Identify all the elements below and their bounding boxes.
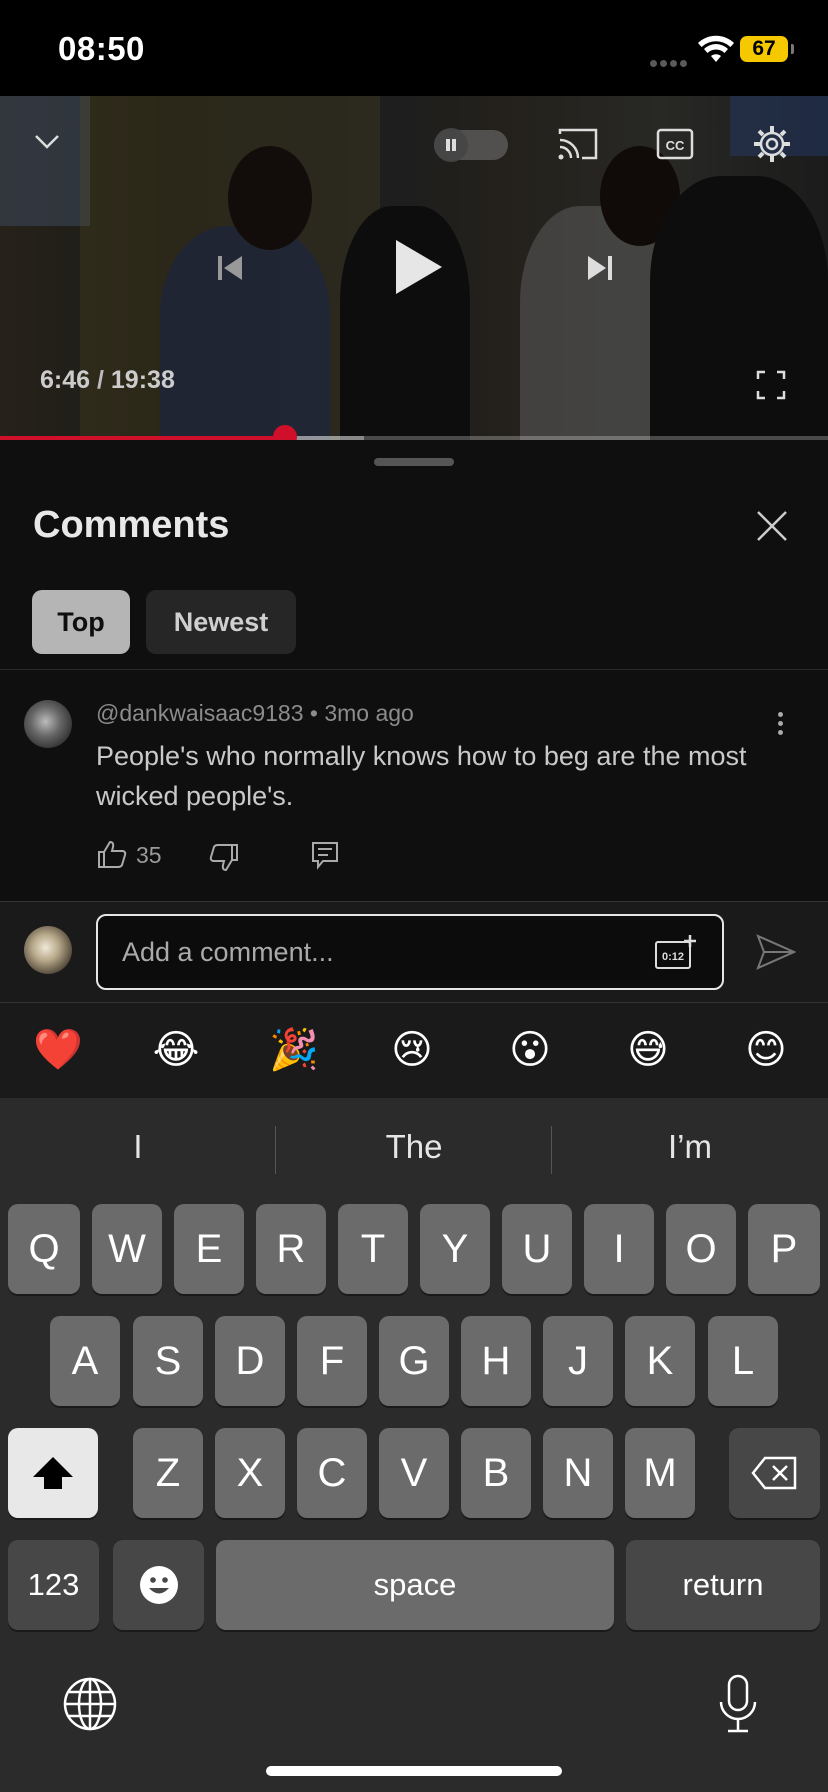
key-w[interactable]: W	[92, 1204, 162, 1294]
emoji-sweat-smile[interactable]: 😅	[623, 1025, 673, 1075]
backspace-icon	[750, 1456, 796, 1490]
emoji-surprised[interactable]: 😮	[505, 1025, 555, 1075]
key-k[interactable]: K	[625, 1316, 695, 1406]
space-key[interactable]: space	[216, 1540, 614, 1630]
divider	[0, 669, 828, 670]
key-g[interactable]: G	[379, 1316, 449, 1406]
key-u[interactable]: U	[502, 1204, 572, 1294]
comment-age: 3mo ago	[324, 700, 414, 726]
user-avatar	[24, 926, 72, 974]
comment-meta: @dankwaisaac9183 • 3mo ago	[96, 700, 414, 726]
wifi-icon	[698, 35, 734, 62]
close-icon[interactable]	[754, 508, 790, 544]
play-icon[interactable]	[390, 236, 446, 298]
pause-icon	[434, 128, 468, 162]
commenter-avatar[interactable]	[24, 700, 72, 748]
key-x[interactable]: X	[215, 1428, 285, 1518]
time-separator: /	[97, 366, 104, 394]
suggestion-3[interactable]: I’m	[552, 1128, 828, 1166]
key-p[interactable]: P	[748, 1204, 820, 1294]
previous-video-icon[interactable]	[210, 248, 250, 288]
timestamp-badge: 0:12	[662, 951, 684, 963]
drag-handle[interactable]	[374, 458, 454, 466]
send-icon[interactable]	[756, 934, 796, 970]
key-y[interactable]: Y	[420, 1204, 490, 1294]
predictive-suggestions: I The I’m	[0, 1098, 828, 1202]
key-o[interactable]: O	[666, 1204, 736, 1294]
key-j[interactable]: J	[543, 1316, 613, 1406]
autoplay-toggle[interactable]	[434, 128, 508, 162]
key-f[interactable]: F	[297, 1316, 367, 1406]
key-z[interactable]: Z	[133, 1428, 203, 1518]
delete-key[interactable]	[729, 1428, 820, 1518]
like-count: 35	[136, 842, 162, 868]
return-key[interactable]: return	[626, 1540, 820, 1630]
emoji-reaction-bar: ❤️ 😂 🎉 😢 😮 😅 😊	[0, 1003, 828, 1098]
key-q[interactable]: Q	[8, 1204, 80, 1294]
key-b[interactable]: B	[461, 1428, 531, 1518]
globe-icon[interactable]	[62, 1676, 118, 1732]
key-s[interactable]: S	[133, 1316, 203, 1406]
home-indicator[interactable]	[266, 1766, 562, 1776]
cellular-signal-icon	[650, 54, 690, 72]
fullscreen-icon[interactable]	[756, 370, 786, 400]
emoji-party-popper[interactable]: 🎉	[269, 1025, 319, 1075]
key-i[interactable]: I	[584, 1204, 654, 1294]
key-a[interactable]: A	[50, 1316, 120, 1406]
suggestion-2[interactable]: The	[276, 1128, 552, 1166]
comments-title: Comments	[33, 504, 230, 546]
key-v[interactable]: V	[379, 1428, 449, 1518]
comment-author[interactable]: @dankwaisaac9183	[96, 700, 303, 726]
comment-input-box[interactable]: 0:12	[96, 914, 724, 990]
tab-newest[interactable]: Newest	[146, 590, 296, 654]
minimize-chevron-icon[interactable]	[30, 124, 64, 158]
more-options-icon[interactable]	[770, 708, 790, 738]
comment-input[interactable]	[122, 932, 622, 972]
emoji-face-icon	[139, 1566, 178, 1604]
key-d[interactable]: D	[215, 1316, 285, 1406]
add-timestamp-icon[interactable]: 0:12	[654, 934, 696, 970]
key-e[interactable]: E	[174, 1204, 244, 1294]
video-timecode: 6:46 / 19:38	[40, 366, 175, 395]
microphone-icon[interactable]	[718, 1674, 758, 1734]
numbers-key[interactable]: 123	[8, 1540, 99, 1630]
emoji-smile[interactable]: 😊	[741, 1025, 791, 1075]
comment-text: People's who normally knows how to beg a…	[96, 741, 747, 811]
suggestion-1[interactable]: I	[0, 1128, 276, 1166]
tab-top[interactable]: Top	[32, 590, 130, 654]
key-r[interactable]: R	[256, 1204, 326, 1294]
status-bar: 08:50 67	[0, 0, 828, 96]
status-time: 08:50	[58, 30, 145, 67]
reply-icon[interactable]	[310, 840, 340, 870]
shift-arrow-icon	[33, 1457, 73, 1489]
next-video-icon[interactable]	[580, 248, 620, 288]
key-h[interactable]: H	[461, 1316, 531, 1406]
settings-gear-icon[interactable]	[752, 124, 792, 164]
key-t[interactable]: T	[338, 1204, 408, 1294]
emoji-heart[interactable]: ❤️	[33, 1025, 83, 1075]
key-l[interactable]: L	[708, 1316, 778, 1406]
emoji-key[interactable]	[113, 1540, 204, 1630]
key-n[interactable]: N	[543, 1428, 613, 1518]
shift-key[interactable]	[8, 1428, 98, 1518]
comment-compose-bar: 0:12	[0, 902, 828, 1002]
on-screen-keyboard: I The I’m Q W E R T Y U I O P A S D F G …	[0, 1098, 828, 1792]
battery-indicator: 67	[740, 36, 794, 62]
key-c[interactable]: C	[297, 1428, 367, 1518]
video-player[interactable]: CC 6:46 / 19:38	[0, 96, 828, 440]
thumbs-up-icon[interactable]	[96, 838, 128, 870]
key-m[interactable]: M	[625, 1428, 695, 1518]
duration: 19:38	[110, 366, 175, 394]
cast-icon[interactable]	[556, 126, 600, 162]
current-time: 6:46	[40, 366, 91, 394]
thumbs-down-icon[interactable]	[208, 842, 240, 874]
svg-text:CC: CC	[666, 138, 685, 153]
captions-icon[interactable]: CC	[656, 128, 694, 160]
emoji-tears-of-joy[interactable]: 😂	[151, 1025, 201, 1075]
emoji-crying[interactable]: 😢	[387, 1025, 437, 1075]
